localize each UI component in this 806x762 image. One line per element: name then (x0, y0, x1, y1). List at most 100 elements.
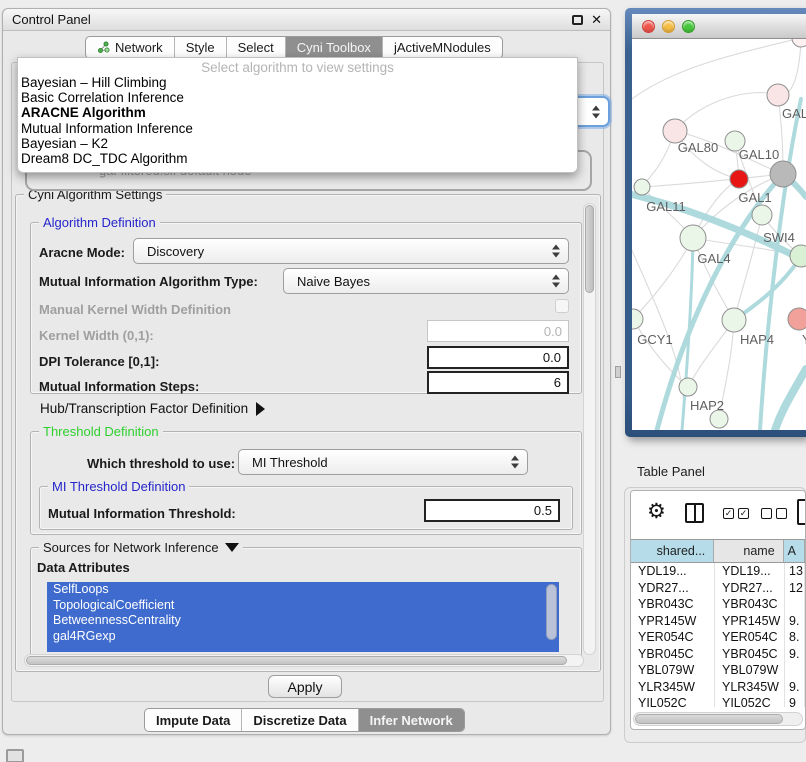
hub-definition-toggle[interactable]: Hub/Transcription Factor Definition (40, 401, 265, 416)
apply-button[interactable]: Apply (268, 675, 342, 698)
table-cell: 9. (785, 613, 805, 630)
tab-label: Style (186, 37, 215, 58)
network-node-label: HAP2 (690, 398, 724, 413)
table-row[interactable]: YBR043CYBR043C (631, 596, 805, 613)
network-canvas[interactable]: GALGAL80GAL10GAL11GAL1SWI4GAL4GCY1HAP4YH… (632, 39, 806, 430)
mi-threshold-label: Mutual Information Threshold: (48, 506, 236, 521)
data-attribute-item[interactable]: TopologicalCoefficient (47, 598, 559, 614)
tab-select[interactable]: Select (226, 37, 285, 58)
data-attribute-item[interactable]: BetweennessCentrality (47, 613, 559, 629)
network-node[interactable] (730, 170, 748, 188)
tab-network[interactable]: Network (86, 37, 174, 58)
data-attributes-list[interactable]: SelfLoopsTopologicalCoefficientBetweenne… (47, 582, 559, 652)
network-node[interactable] (792, 39, 806, 47)
algorithm-option[interactable]: Bayesian – K2 (18, 136, 577, 151)
tab-impute-data[interactable]: Impute Data (145, 709, 241, 731)
table-row[interactable]: YPR145WYPR145W9. (631, 613, 805, 630)
split-columns-icon[interactable] (685, 503, 704, 523)
dpi-tolerance-label: DPI Tolerance [0,1]: (39, 354, 159, 369)
scrollbar-thumb[interactable] (585, 205, 594, 293)
mi-algorithm-type-select[interactable]: Naive Bayes (283, 268, 569, 294)
column-header-partial[interactable]: A (784, 540, 805, 562)
manual-kernel-label: Manual Kernel Width Definition (39, 302, 231, 317)
network-node-gal4[interactable] (680, 225, 706, 251)
table-cell: YBR045C (715, 646, 785, 663)
network-view-window: GALGAL80GAL10GAL11GAL1SWI4GAL4GCY1HAP4YH… (625, 8, 806, 437)
table-cell: YDR27... (715, 580, 785, 597)
network-node[interactable] (770, 161, 796, 187)
table-row[interactable]: YDL19...YDL19...13 (631, 563, 805, 580)
table-row[interactable]: YIL052CYIL052C9 (631, 695, 805, 707)
settings-vertical-scrollbar[interactable] (583, 203, 596, 655)
network-node-gal11[interactable] (634, 179, 650, 195)
mi-threshold-field[interactable]: 0.5 (424, 499, 560, 522)
kernel-width-label: Kernel Width (0,1): (39, 328, 154, 343)
zoom-traffic-light-icon[interactable] (682, 20, 695, 33)
algorithm-option[interactable]: Dream8 DC_TDC Algorithm (18, 151, 577, 166)
network-node-gcy1[interactable] (632, 309, 643, 329)
column-header-name[interactable]: name (714, 540, 783, 562)
aracne-mode-select[interactable]: Discovery (133, 238, 569, 264)
table-row[interactable]: YBL079WYBL079W (631, 662, 805, 679)
minimize-traffic-light-icon[interactable] (662, 20, 675, 33)
close-traffic-light-icon[interactable] (642, 20, 655, 33)
tab-infer-network[interactable]: Infer Network (358, 709, 464, 731)
settings-horizontal-scrollbar[interactable] (24, 654, 584, 667)
kernel-width-field[interactable]: 0.0 (427, 320, 569, 342)
dpi-tolerance-field[interactable]: 0.0 (427, 346, 569, 369)
mi-steps-label: Mutual Information Steps: (39, 379, 199, 394)
checked-checkbox-icon[interactable]: ✓ (738, 508, 749, 519)
tab-label: jActiveMNodules (394, 37, 491, 58)
network-node-y[interactable] (788, 308, 806, 330)
table-header: shared... name A (631, 539, 805, 563)
table-cell: 12 (785, 580, 805, 597)
algorithm-option[interactable]: Bayesian – Hill Climbing (18, 75, 577, 90)
gear-icon[interactable]: ⚙ (647, 499, 666, 524)
table-cell: YER054C (715, 629, 785, 646)
which-threshold-select[interactable]: MI Threshold (238, 449, 528, 475)
network-svg: GALGAL80GAL10GAL11GAL1SWI4GAL4GCY1HAP4YH… (632, 39, 806, 430)
checked-checkbox-icon[interactable]: ✓ (723, 508, 734, 519)
data-attribute-item[interactable]: SelfLoops (47, 582, 559, 598)
stepper-arrows-icon (552, 245, 561, 258)
tab-discretize-data[interactable]: Discretize Data (241, 709, 357, 731)
tab-jactivemnodules[interactable]: jActiveMNodules (382, 37, 502, 58)
table-row[interactable]: YDR27...YDR27...12 (631, 580, 805, 597)
algorithm-option[interactable]: ARACNE Algorithm (18, 105, 577, 120)
mi-type-label: Mutual Information Algorithm Type: (39, 274, 258, 289)
mi-steps-field[interactable]: 6 (427, 371, 569, 394)
document-icon[interactable] (797, 499, 806, 525)
table-cell: 8. (785, 629, 805, 646)
network-node-gal1[interactable] (752, 205, 772, 225)
unchecked-checkbox-icon[interactable] (776, 508, 787, 519)
table-cell: YBL079W (715, 662, 785, 679)
float-window-button[interactable] (572, 15, 583, 25)
unchecked-checkbox-icon[interactable] (761, 508, 772, 519)
table-horizontal-scrollbar[interactable] (633, 712, 803, 726)
table-cell: YER054C (631, 629, 715, 646)
network-window-titlebar (632, 14, 806, 39)
algorithm-option[interactable]: Mutual Information Inference (18, 121, 577, 136)
network-node-hap4[interactable] (722, 308, 746, 332)
split-divider-grip[interactable] (615, 366, 621, 378)
manual-kernel-checkbox[interactable] (555, 299, 569, 313)
scrollbar-thumb[interactable] (26, 656, 567, 665)
network-node-gal[interactable] (767, 84, 789, 106)
minimized-panel-icon[interactable] (6, 749, 24, 762)
table-row[interactable]: YLR345WYLR345W9. (631, 679, 805, 696)
sources-toggle[interactable]: Sources for Network Inference (39, 540, 243, 555)
data-attribute-item[interactable]: gal4RGexp (47, 629, 559, 645)
attributes-scrollbar[interactable] (546, 584, 557, 640)
tab-cyni-toolbox[interactable]: Cyni Toolbox (285, 37, 382, 58)
dropdown-placeholder: Select algorithm to view settings (18, 60, 577, 75)
close-icon[interactable]: ✕ (591, 12, 602, 28)
column-header-shared[interactable]: shared... (631, 540, 714, 562)
aracne-mode-label: Aracne Mode: (39, 245, 125, 260)
scrollbar-thumb[interactable] (635, 714, 783, 724)
network-node-hap2[interactable] (679, 378, 697, 396)
algorithm-option[interactable]: Basic Correlation Inference (18, 90, 577, 105)
table-row[interactable]: YBR045CYBR045C9. (631, 646, 805, 663)
table-row[interactable]: YER054CYER054C8. (631, 629, 805, 646)
tab-style[interactable]: Style (174, 37, 226, 58)
network-node-label: HAP4 (740, 332, 774, 347)
